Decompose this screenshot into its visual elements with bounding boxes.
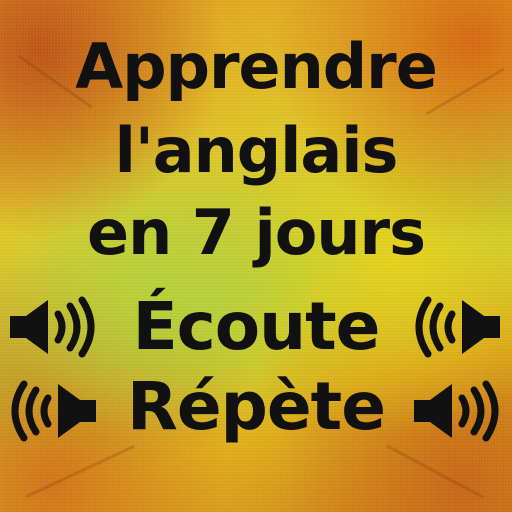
speaker-right-icon (412, 380, 502, 442)
title-line-2: l'anglais (114, 114, 399, 187)
title-line-3: en 7 jours (87, 196, 426, 269)
leaf-vein (24, 444, 136, 499)
speaker-left-icon (8, 380, 98, 442)
speaker-right-icon (8, 296, 98, 358)
title-line-1: Apprendre (75, 30, 438, 103)
speaker-left-icon (412, 296, 502, 358)
leaf-vein (385, 444, 485, 499)
app-icon-card: Apprendre l'anglais en 7 jours Écoute Ré… (0, 0, 512, 512)
